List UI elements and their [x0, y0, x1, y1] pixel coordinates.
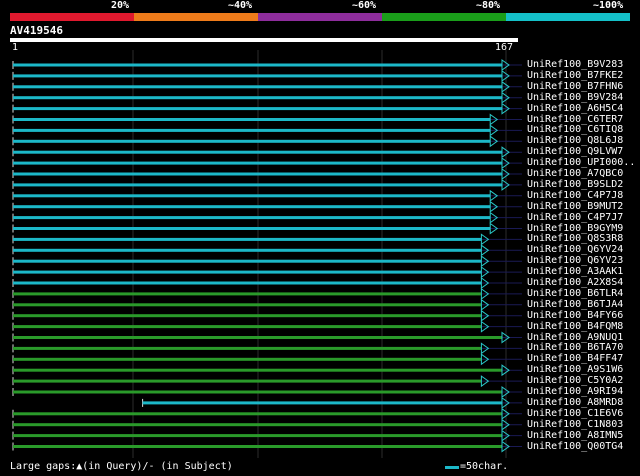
hit-bar[interactable]: [13, 292, 482, 296]
hit-bar[interactable]: [13, 63, 502, 67]
hit-name-link[interactable]: UniRef100_A8MRD8: [527, 397, 623, 408]
hit-bar[interactable]: [13, 412, 502, 416]
hit-bar[interactable]: [13, 74, 502, 78]
hit-bar[interactable]: [13, 434, 502, 438]
hit-bar[interactable]: [13, 346, 482, 350]
hit-name-link[interactable]: UniRef100_A2X8S4: [527, 277, 623, 288]
hit-bar[interactable]: [13, 96, 502, 100]
hit-name-link[interactable]: UniRef100_Q8S3R8: [527, 233, 623, 244]
hit-bar[interactable]: [13, 368, 502, 372]
hit-bar[interactable]: [13, 423, 502, 427]
hit-name-link[interactable]: UniRef100_A6H5C4: [527, 103, 623, 114]
hit-name-link[interactable]: UniRef100_C6TIQ8: [527, 124, 623, 135]
hit-name-link[interactable]: UniRef100_B4FF47: [527, 353, 623, 364]
hit-name-link[interactable]: UniRef100_A9S1W6: [527, 364, 623, 375]
hit-bar[interactable]: [13, 390, 502, 394]
hit-name-link[interactable]: UniRef100_B7FHN6: [527, 81, 623, 92]
hit-bar[interactable]: [13, 270, 482, 274]
hit-bar[interactable]: [13, 237, 482, 241]
hit-name-link[interactable]: UniRef100_B6TLR4: [527, 288, 623, 299]
hit-bar[interactable]: [13, 194, 491, 198]
hit-name-link[interactable]: UniRef100_B9GYM9: [527, 223, 623, 234]
hit-bar[interactable]: [13, 336, 502, 339]
hit-bar[interactable]: [13, 150, 502, 154]
hit-name-link[interactable]: UniRef100_C5Y0A2: [527, 375, 623, 386]
hit-name-link[interactable]: UniRef100_C6TER7: [527, 114, 623, 125]
hit-name-link[interactable]: UniRef100_A3AAK1: [527, 266, 623, 277]
hit-name-link[interactable]: UniRef100_B9V284: [527, 92, 623, 103]
hit-name-link[interactable]: UniRef100_B9SLD2: [527, 179, 623, 190]
hit-bar[interactable]: [13, 128, 491, 132]
hit-name-link[interactable]: UniRef100_B9V283: [527, 59, 623, 70]
gap-legend: Large gaps:▲(in Query)/- (in Subject): [10, 461, 233, 472]
hit-name-link[interactable]: UniRef100_C1E6V6: [527, 408, 623, 419]
hit-list: UniRef100_B9V283 UniRef100_B7FKE2 UniRef10…: [0, 0, 640, 476]
hit-bar[interactable]: [13, 118, 491, 121]
hit-bar[interactable]: [13, 248, 482, 252]
hit-bar[interactable]: [13, 161, 502, 165]
scale-swatch: [445, 465, 459, 469]
hit-name-link[interactable]: UniRef100_C4P7J8: [527, 190, 623, 201]
hit-name-link[interactable]: UniRef100_Q9LVW7: [527, 146, 623, 157]
hit-name-link[interactable]: UniRef100_B4FY66: [527, 310, 623, 321]
hit-name-link[interactable]: UniRef100_Q8L6J8: [527, 135, 623, 146]
hit-bar[interactable]: [13, 183, 502, 187]
hit-name-link[interactable]: UniRef100_C4P7J7: [527, 212, 623, 223]
hit-bar[interactable]: [13, 303, 482, 307]
hit-bar[interactable]: [13, 227, 491, 230]
hit-name-link[interactable]: UniRef100_Q00TG4: [527, 441, 623, 452]
hit-bar[interactable]: [13, 85, 502, 89]
hit-bar[interactable]: [13, 357, 482, 361]
hit-bar[interactable]: [13, 259, 482, 263]
hit-bar[interactable]: [13, 325, 482, 329]
hit-name-link[interactable]: UniRef100_Q6YV23: [527, 255, 623, 266]
hit-name-link[interactable]: UniRef100_B7FKE2: [527, 70, 623, 81]
scale-label: =50char.: [460, 461, 509, 472]
hit-bar[interactable]: [13, 172, 502, 176]
hit-bar[interactable]: [13, 205, 491, 209]
hit-bar[interactable]: [13, 139, 491, 143]
hit-name-link[interactable]: UniRef100_B4FQM8: [527, 321, 623, 332]
hit-bar[interactable]: [13, 445, 502, 448]
hit-name-link[interactable]: UniRef100_A8IMN5: [527, 430, 623, 441]
hit-bar[interactable]: [13, 107, 502, 111]
hit-name-link[interactable]: UniRef100_C1N803: [527, 419, 623, 430]
hit-bar[interactable]: [142, 401, 503, 405]
hit-name-link[interactable]: UniRef100_A7QBC0: [527, 168, 623, 179]
hit-name-link[interactable]: UniRef100_B9MUT2: [527, 201, 623, 212]
hit-bar[interactable]: [13, 314, 482, 318]
bar-scale-legend: =50char.: [445, 461, 508, 473]
hit-name-link[interactable]: UniRef100_B6TA70: [527, 342, 623, 353]
hit-name-link[interactable]: UniRef100_B6TJA4: [527, 299, 623, 310]
hit-name-link[interactable]: UniRef100_UPI000..: [527, 157, 635, 168]
hit-bar[interactable]: [13, 379, 482, 383]
hit-name-link[interactable]: UniRef100_A9RI94: [527, 386, 623, 397]
hit-bar[interactable]: [13, 216, 491, 220]
hit-name-link[interactable]: UniRef100_Q6YV24: [527, 244, 623, 255]
hit-name-link[interactable]: UniRef100_A9NUQ1: [527, 332, 623, 343]
hit-bar[interactable]: [13, 281, 482, 285]
